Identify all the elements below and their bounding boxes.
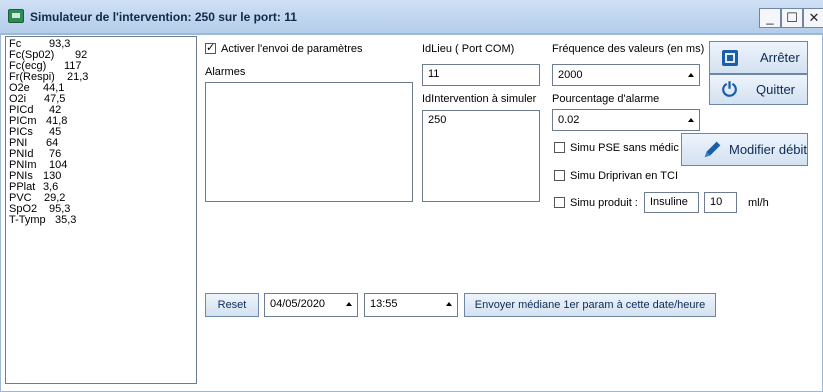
activate-checkbox[interactable] (205, 41, 216, 54)
title-bar: Simulateur de l'intervention: 250 sur le… (0, 0, 823, 34)
send-median-button[interactable]: Envoyer médiane 1er param à cette date/h… (464, 293, 716, 317)
rate-unit-label: ml/h (748, 197, 769, 209)
date-picker[interactable]: 04/05/2020 (264, 293, 358, 317)
reset-button[interactable]: Reset (205, 293, 259, 317)
date-value: 04/05/2020 (270, 298, 326, 310)
modify-flow-button[interactable]: Modifier débit (681, 133, 808, 166)
window-title: Simulateur de l'intervention: 250 sur le… (30, 10, 297, 24)
simu-dripivan-label: Simu Driprivan en TCI (570, 170, 678, 182)
dropdown-arrow-icon (346, 302, 352, 306)
alarms-textarea[interactable] (205, 82, 413, 202)
dropdown-arrow-icon (688, 118, 694, 122)
power-icon: ⏻ (722, 80, 738, 101)
alarm-pct-select[interactable]: 0.02 (552, 109, 700, 131)
frequency-label: Fréquence des valeurs (en ms) (552, 43, 705, 55)
minimize-button[interactable]: _ (759, 8, 781, 28)
parameter-list[interactable]: Fc 93,3 Fc(Sp02) 92 Fc(ecg) 117 Fr(Respi) 21… (5, 36, 197, 384)
simu-produit-label: Simu produit : (570, 197, 638, 209)
idintervention-input[interactable]: 250 (422, 110, 540, 202)
product-input[interactable]: Insuline (644, 192, 699, 213)
alarms-label: Alarmes (205, 66, 246, 78)
maximize-button[interactable]: ☐ (781, 8, 803, 28)
alarm-pct-label: Pourcentage d'alarme (552, 93, 660, 105)
list-item[interactable]: T-Tymp 35,3 (9, 215, 76, 226)
close-button[interactable]: ✕ (803, 8, 823, 28)
simu-pse-label: Simu PSE sans médic (570, 142, 679, 154)
quit-button[interactable]: ⏻ Quitter (709, 74, 808, 105)
pen-icon (704, 141, 721, 158)
time-value: 13:55 (370, 298, 398, 310)
alarm-pct-value: 0.02 (558, 114, 580, 126)
stop-square-icon (722, 50, 738, 66)
simu-produit-checkbox[interactable] (554, 197, 565, 208)
app-window-icon (8, 9, 24, 23)
simu-dripivan-checkbox[interactable] (554, 170, 565, 181)
frequency-value: 2000 (558, 69, 583, 81)
activate-label: Activer l'envoi de paramètres (221, 43, 363, 55)
rate-input[interactable]: 10 (704, 192, 737, 213)
idlieu-label: IdLieu ( Port COM) (422, 43, 515, 55)
dropdown-arrow-icon (688, 73, 694, 77)
dropdown-arrow-icon (446, 302, 452, 306)
stop-button[interactable]: Arrêter (709, 41, 808, 74)
idintervention-label: IdIntervention à simuler (422, 93, 537, 105)
simu-pse-checkbox[interactable] (554, 142, 565, 153)
idlieu-input[interactable]: 11 (422, 64, 540, 86)
time-picker[interactable]: 13:55 (364, 293, 458, 317)
frequency-select[interactable]: 2000 (552, 64, 700, 86)
